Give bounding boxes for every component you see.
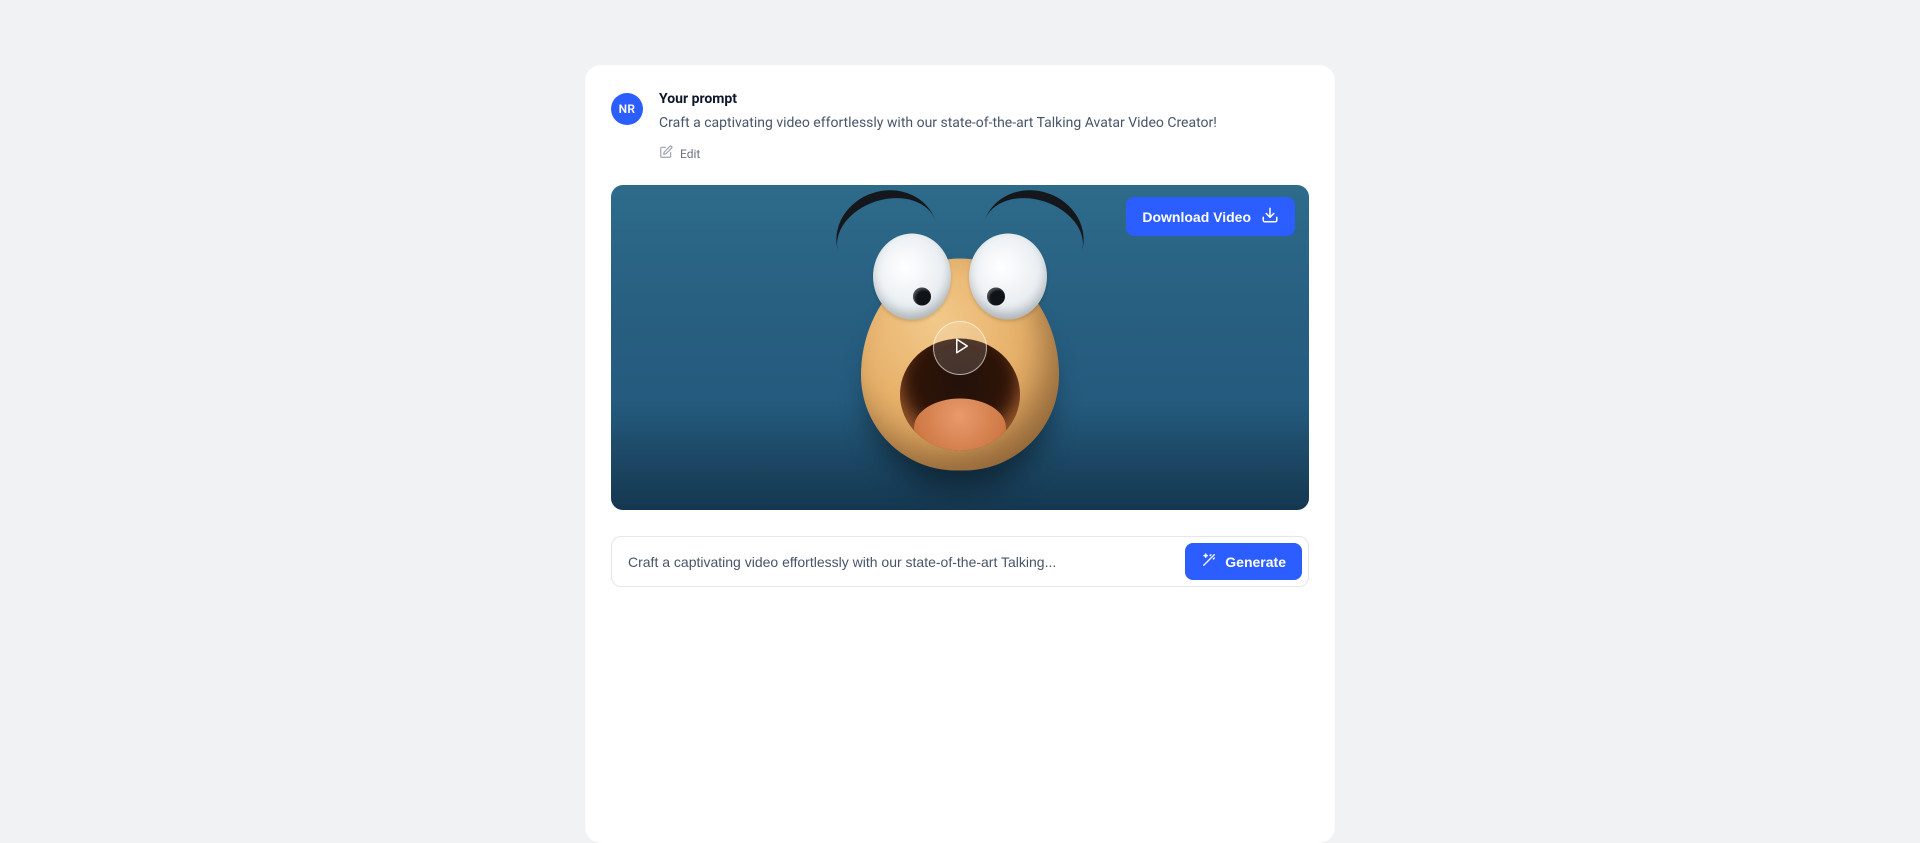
- character-pupil-left: [913, 288, 931, 306]
- prompt-body: Your prompt Craft a captivating video ef…: [659, 91, 1309, 163]
- avatar: NR: [611, 93, 643, 125]
- edit-button[interactable]: Edit: [659, 145, 700, 162]
- download-video-button[interactable]: Download Video: [1126, 197, 1295, 236]
- play-icon: [950, 337, 971, 359]
- character-tongue: [914, 398, 1006, 450]
- edit-icon: [659, 145, 673, 162]
- prompt-title: Your prompt: [659, 91, 1309, 107]
- result-card: NR Your prompt Craft a captivating video…: [585, 65, 1335, 843]
- character-pupil-right: [987, 288, 1005, 306]
- generate-label: Generate: [1225, 554, 1286, 570]
- prompt-section: NR Your prompt Craft a captivating video…: [611, 91, 1309, 163]
- video-preview[interactable]: Download Video: [611, 185, 1309, 510]
- magic-wand-icon: [1201, 552, 1217, 571]
- edit-label: Edit: [680, 147, 700, 161]
- play-button[interactable]: [933, 321, 987, 375]
- download-icon: [1261, 206, 1279, 227]
- prompt-text: Craft a captivating video effortlessly w…: [659, 113, 1309, 134]
- download-video-label: Download Video: [1142, 209, 1251, 225]
- prompt-input-row: Generate: [611, 536, 1309, 587]
- generate-button[interactable]: Generate: [1185, 543, 1302, 580]
- prompt-input[interactable]: [628, 554, 1175, 570]
